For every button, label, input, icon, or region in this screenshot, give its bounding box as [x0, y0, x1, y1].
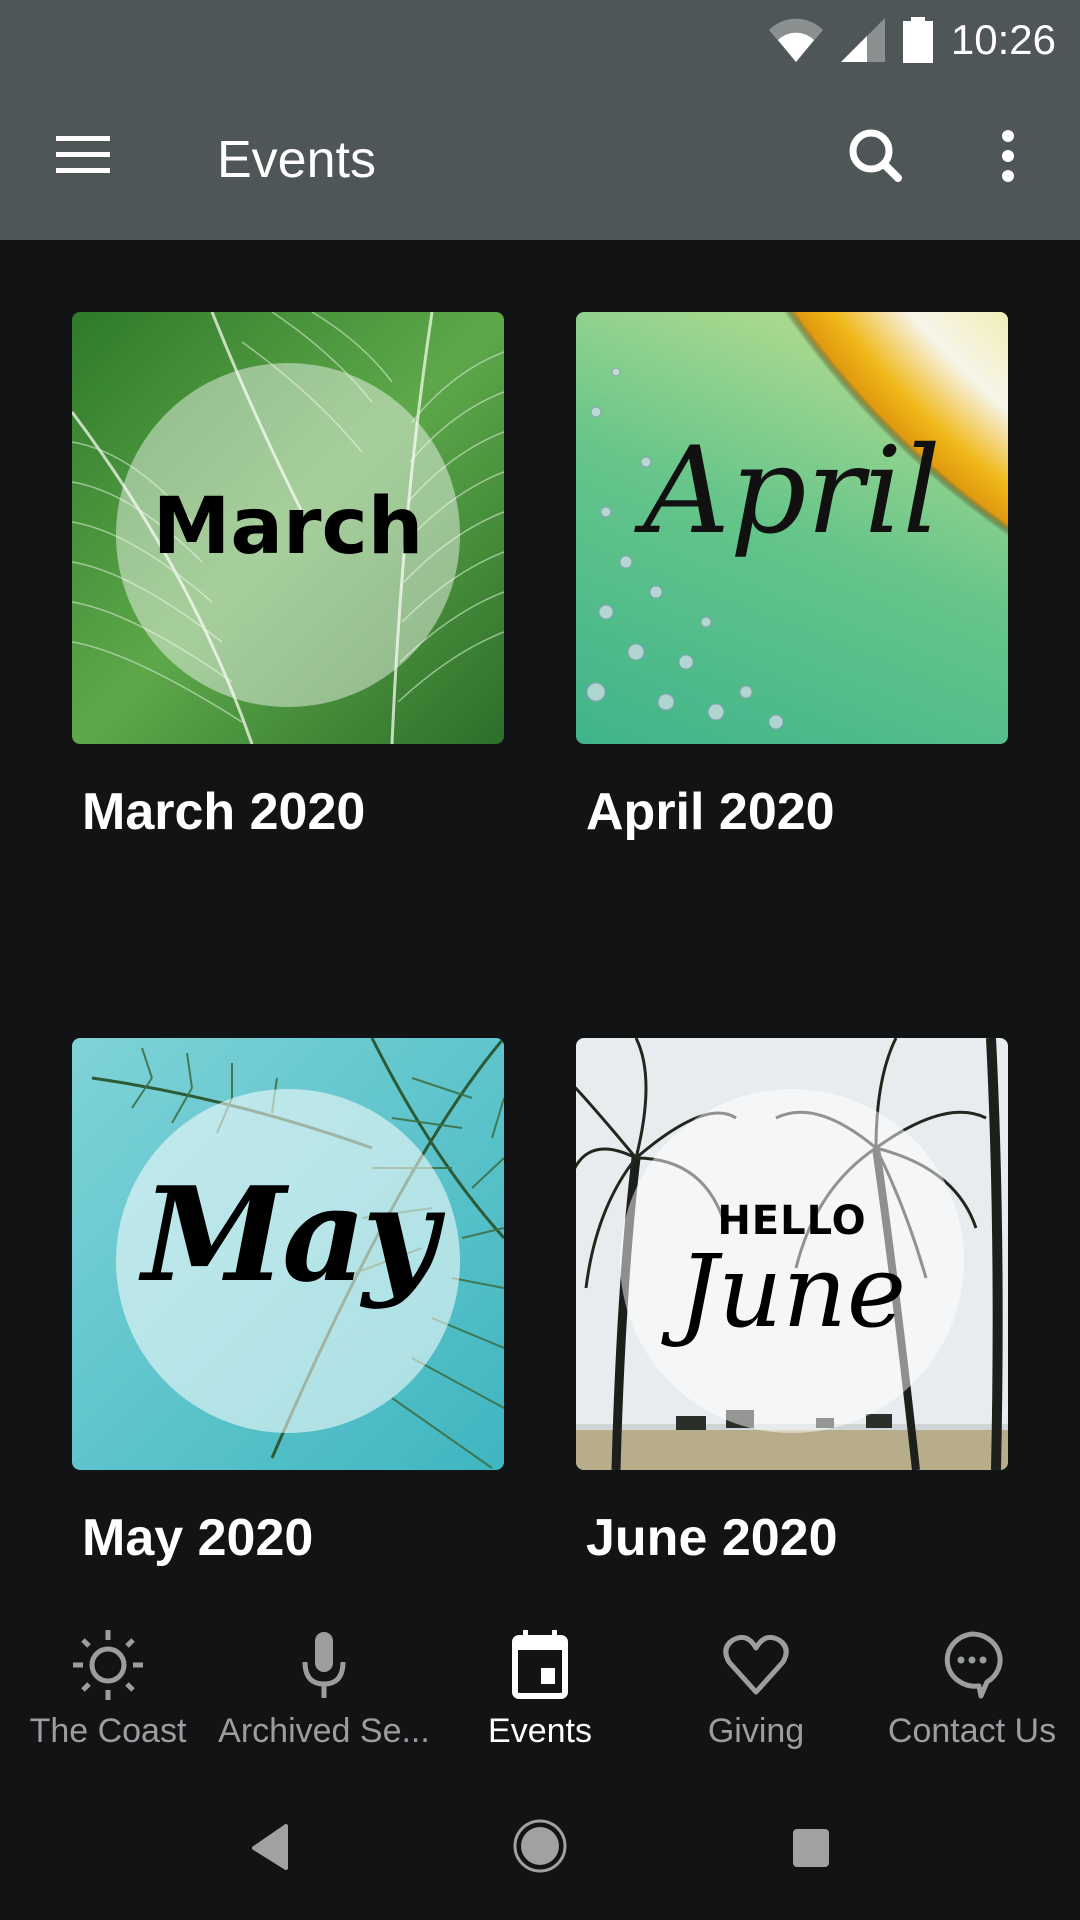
nav-label: Archived Se...: [218, 1712, 430, 1750]
event-thumbnail[interactable]: April: [576, 312, 1008, 744]
event-title[interactable]: April 2020: [586, 782, 835, 842]
calendar-icon: [512, 1630, 568, 1699]
system-navigation-bar: [0, 1760, 1080, 1920]
menu-button[interactable]: [54, 132, 114, 182]
thumbnail-text: April: [643, 422, 941, 561]
event-thumbnail[interactable]: May: [72, 1038, 504, 1470]
nav-item-contact-us[interactable]: Contact Us: [864, 1600, 1080, 1760]
event-card[interactable]: HELLO June June 2020: [576, 1038, 1008, 1598]
microphone-icon: [302, 1632, 346, 1698]
chat-bubble-icon: [944, 1631, 1003, 1699]
bottom-navigation: The Coast Archived Se... Events Giving C…: [0, 1600, 1080, 1760]
nav-item-giving[interactable]: Giving: [648, 1600, 864, 1760]
sun-icon: [73, 1630, 143, 1700]
event-thumbnail[interactable]: HELLO June: [576, 1038, 1008, 1470]
nav-label: Contact Us: [887, 1712, 1057, 1750]
status-bar: 10:26: [0, 0, 1080, 80]
nav-label: The Coast: [29, 1712, 187, 1750]
overflow-menu-button[interactable]: [996, 126, 1020, 186]
event-title[interactable]: June 2020: [586, 1508, 838, 1568]
page-title: Events: [217, 131, 376, 189]
back-icon[interactable]: [250, 1824, 290, 1870]
battery-icon: [902, 17, 933, 63]
event-title[interactable]: March 2020: [82, 782, 365, 842]
app-bar: Events: [0, 80, 1080, 240]
recents-icon[interactable]: [792, 1828, 830, 1868]
wifi-icon: [768, 18, 823, 62]
event-card[interactable]: May May 2020: [72, 1038, 504, 1598]
event-card[interactable]: April April 2020: [576, 312, 1008, 872]
event-thumbnail[interactable]: March: [72, 312, 504, 744]
events-grid: March March 2020 April April 2020 May Ma…: [0, 240, 1080, 1600]
nav-label: Events: [488, 1712, 592, 1750]
home-icon[interactable]: [512, 1818, 568, 1874]
event-title[interactable]: May 2020: [82, 1508, 313, 1568]
cellular-signal-icon: [840, 18, 885, 62]
more-vert-icon: [1002, 130, 1014, 182]
search-icon: [849, 129, 902, 182]
heart-icon: [723, 1634, 789, 1695]
status-icons: 10:26: [768, 12, 1056, 68]
thumbnail-text: June: [677, 1233, 907, 1350]
thumbnail-text: March: [152, 482, 424, 572]
event-card[interactable]: March March 2020: [72, 312, 504, 872]
nav-item-events[interactable]: Events: [432, 1600, 648, 1760]
search-button[interactable]: [846, 126, 906, 186]
nav-item-the-coast[interactable]: The Coast: [0, 1600, 216, 1760]
thumbnail-text: May: [142, 1158, 438, 1311]
status-time: 10:26: [950, 16, 1056, 63]
nav-item-archived-sermons[interactable]: Archived Se...: [216, 1600, 432, 1760]
nav-label: Giving: [707, 1712, 805, 1750]
